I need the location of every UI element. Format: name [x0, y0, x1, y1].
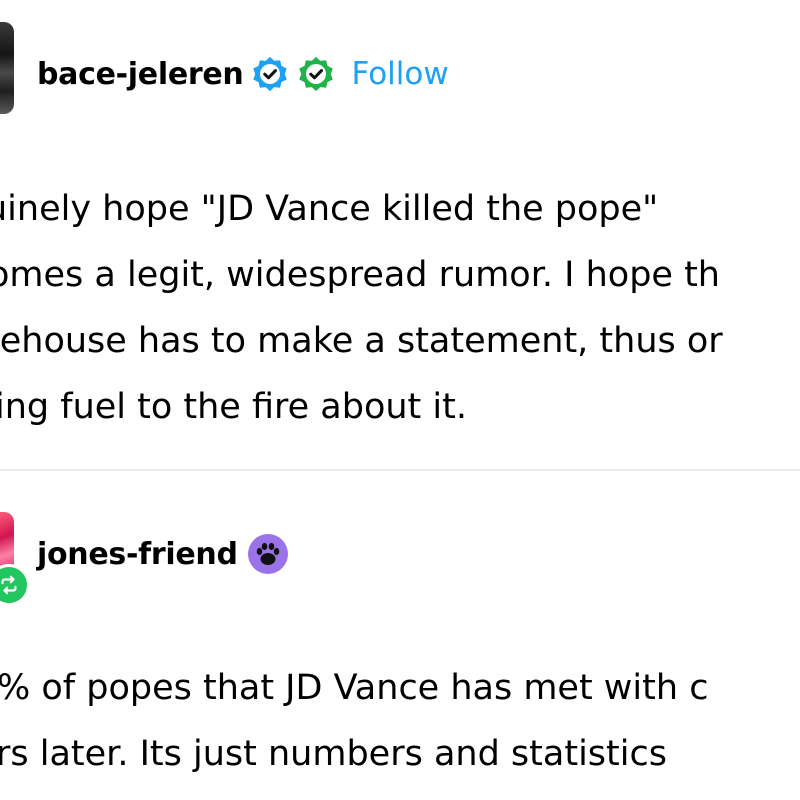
- green-verified-badge-icon: [297, 55, 335, 93]
- post-body-line: tehouse has to make a statement, thus or: [0, 321, 723, 361]
- reply-body: % of popes that JD Vance has met with c …: [0, 655, 708, 787]
- reply-body-line: % of popes that JD Vance has met with c: [0, 668, 709, 708]
- username[interactable]: jones-friend: [37, 537, 238, 572]
- post-body-line: omes a legit, widespread rumor. I hope t…: [0, 255, 720, 295]
- post-body-line: uinely hope "JD Vance killed the pope": [0, 189, 659, 229]
- paw-badge-icon: [247, 534, 288, 574]
- username[interactable]: bace-jeleren: [37, 57, 244, 92]
- reblog-icon: [0, 564, 30, 606]
- follow-button[interactable]: Follow: [351, 56, 448, 92]
- blue-verified-badge-icon: [251, 55, 289, 93]
- reply-header: jones-friend: [37, 530, 288, 578]
- reply-body-line: rs later. Its just numbers and statistic…: [0, 734, 667, 774]
- post-body-line: ing fuel to the fire about it.: [0, 387, 467, 427]
- avatar[interactable]: [0, 22, 14, 114]
- post-header: bace-jeleren Follow: [37, 50, 449, 98]
- post-body: uinely hope "JD Vance killed the pope" o…: [0, 176, 723, 440]
- divider: [0, 469, 800, 471]
